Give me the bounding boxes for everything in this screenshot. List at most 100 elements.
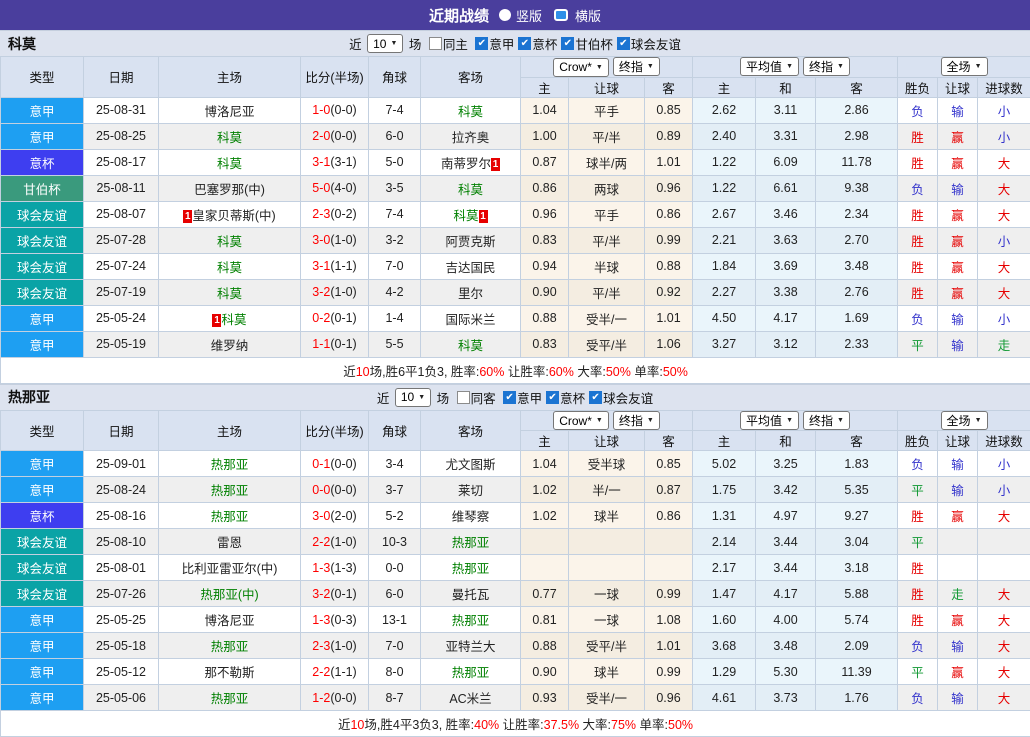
score: 1-2(0-0): [301, 685, 369, 711]
avg-away: 2.76: [816, 279, 898, 305]
chevron-down-icon: ▼: [786, 63, 793, 70]
avg-home: 2.67: [693, 201, 756, 227]
result-winlose: 负: [898, 305, 938, 331]
avg-home: 3.68: [693, 633, 756, 659]
corner-score: 7-4: [369, 201, 421, 227]
match-date: 25-08-10: [84, 529, 159, 555]
summary-text: 近10场,胜4平3负3, 胜率:40% 让胜率:37.5% 大率:75% 单率:…: [1, 711, 1030, 737]
type-badge: 意杯: [1, 503, 84, 529]
corner-score: 8-0: [369, 659, 421, 685]
home-team: 科莫: [159, 253, 301, 279]
avg-away: 1.83: [816, 451, 898, 477]
unchecked-checkbox-icon: [429, 37, 442, 50]
radio-horizontal[interactable]: 横版: [552, 6, 601, 25]
type-badge: 意甲: [1, 685, 84, 711]
away-team: 阿贾克斯: [421, 227, 521, 253]
type-badge: 意甲: [1, 659, 84, 685]
col-home: 主场: [159, 410, 301, 451]
table-row: 意甲 25-08-31 博洛尼亚 1-0(0-0) 7-4 科莫 1.04 平手…: [1, 97, 1030, 123]
home-team: 博洛尼亚: [159, 607, 301, 633]
odds-home: 0.88: [521, 305, 569, 331]
score: 5-0(4-0): [301, 175, 369, 201]
table-row: 球会友谊 25-08-10 雷恩 2-2(1-0) 10-3 热那亚 2.14 …: [1, 529, 1030, 555]
result-handicap: 赢: [938, 279, 978, 305]
sub-col-header: 主: [521, 77, 569, 97]
corner-score: 6-0: [369, 123, 421, 149]
home-team: 热那亚: [159, 685, 301, 711]
league-checkbox-球会友谊[interactable]: ✔球会友谊: [613, 34, 681, 53]
chevron-down-icon: ▼: [596, 64, 603, 71]
result-handicap: 走: [938, 581, 978, 607]
table-row: 球会友谊 25-07-24 科莫 3-1(1-1) 7-0 吉达国民 0.94 …: [1, 253, 1030, 279]
same-venue-checkbox[interactable]: 同主: [425, 34, 468, 53]
bookmaker-select[interactable]: Crow*▼: [553, 411, 609, 430]
result-handicap: 赢: [938, 227, 978, 253]
result-goals: [978, 555, 1030, 581]
odds-home: 1.02: [521, 477, 569, 503]
type-badge: 球会友谊: [1, 253, 84, 279]
avg-away: 5.74: [816, 607, 898, 633]
odds-away: 0.89: [645, 123, 693, 149]
match-date: 25-07-19: [84, 279, 159, 305]
checkbox-label: 同主: [443, 34, 468, 53]
odds-away: 0.86: [645, 503, 693, 529]
corner-score: 0-0: [369, 555, 421, 581]
league-checkbox-意杯[interactable]: ✔意杯: [542, 388, 585, 407]
bookmaker-select[interactable]: Crow*▼: [553, 58, 609, 77]
avg-home: 1.84: [693, 253, 756, 279]
table-row: 意甲 25-05-06 热那亚 1-2(0-0) 8-7 AC米兰 0.93 受…: [1, 685, 1030, 711]
scope-select[interactable]: 全场▼: [941, 57, 988, 76]
radio-vertical[interactable]: 竖版: [499, 6, 542, 25]
avg-home: 1.29: [693, 659, 756, 685]
avg-home: 3.27: [693, 331, 756, 357]
handicap: 平手: [569, 97, 645, 123]
avg-away: 9.38: [816, 175, 898, 201]
avg-home: 4.61: [693, 685, 756, 711]
avg-away: 11.39: [816, 659, 898, 685]
average-select[interactable]: 平均值▼: [740, 57, 799, 76]
index-type-select[interactable]: 终指▼: [613, 411, 660, 430]
checked-checkbox-icon: ✔: [546, 391, 559, 404]
result-handicap: 输: [938, 685, 978, 711]
avg-home: 1.31: [693, 503, 756, 529]
odds-home: 0.81: [521, 607, 569, 633]
handicap: 一球: [569, 607, 645, 633]
score: 3-1(1-1): [301, 253, 369, 279]
chevron-down-icon: ▼: [837, 417, 844, 424]
result-handicap: 输: [938, 305, 978, 331]
scope-select[interactable]: 全场▼: [941, 411, 988, 430]
games-count-select[interactable]: 10▼: [367, 34, 403, 53]
col-type: 类型: [1, 57, 84, 98]
result-goals: 大: [978, 607, 1030, 633]
match-date: 25-05-19: [84, 331, 159, 357]
odds-home: 0.83: [521, 227, 569, 253]
handicap: 受平/半: [569, 331, 645, 357]
league-checkbox-球会友谊[interactable]: ✔球会友谊: [585, 388, 653, 407]
table-row: 甘伯杯 25-08-11 巴塞罗那(中) 5-0(4-0) 3-5 科莫 0.8…: [1, 175, 1030, 201]
odds-home: 1.04: [521, 451, 569, 477]
home-team: 科莫: [159, 227, 301, 253]
league-checkbox-甘伯杯[interactable]: ✔甘伯杯: [557, 34, 613, 53]
type-badge: 意甲: [1, 331, 84, 357]
index-type-select-2[interactable]: 终指▼: [803, 57, 850, 76]
league-checkbox-意甲[interactable]: ✔意甲: [471, 34, 514, 53]
away-team: 里尔: [421, 279, 521, 305]
chevron-down-icon: ▼: [786, 417, 793, 424]
odds-away: 0.96: [645, 685, 693, 711]
league-checkbox-意甲[interactable]: ✔意甲: [499, 388, 542, 407]
avg-home: 1.60: [693, 607, 756, 633]
games-count-select[interactable]: 10▼: [395, 388, 431, 407]
league-checkbox-意杯[interactable]: ✔意杯: [514, 34, 557, 53]
chevron-down-icon: ▼: [418, 394, 425, 401]
result-handicap: 输: [938, 477, 978, 503]
sub-col-header: 客: [816, 77, 898, 97]
index-type-select[interactable]: 终指▼: [613, 57, 660, 76]
chevron-down-icon: ▼: [647, 63, 654, 70]
away-team: 科莫: [421, 175, 521, 201]
result-winlose: 胜: [898, 149, 938, 175]
same-venue-checkbox[interactable]: 同客: [453, 388, 496, 407]
odds-away: 0.88: [645, 253, 693, 279]
index-type-select-2[interactable]: 终指▼: [803, 411, 850, 430]
sub-col-header: 让球: [569, 431, 645, 451]
average-select[interactable]: 平均值▼: [740, 411, 799, 430]
